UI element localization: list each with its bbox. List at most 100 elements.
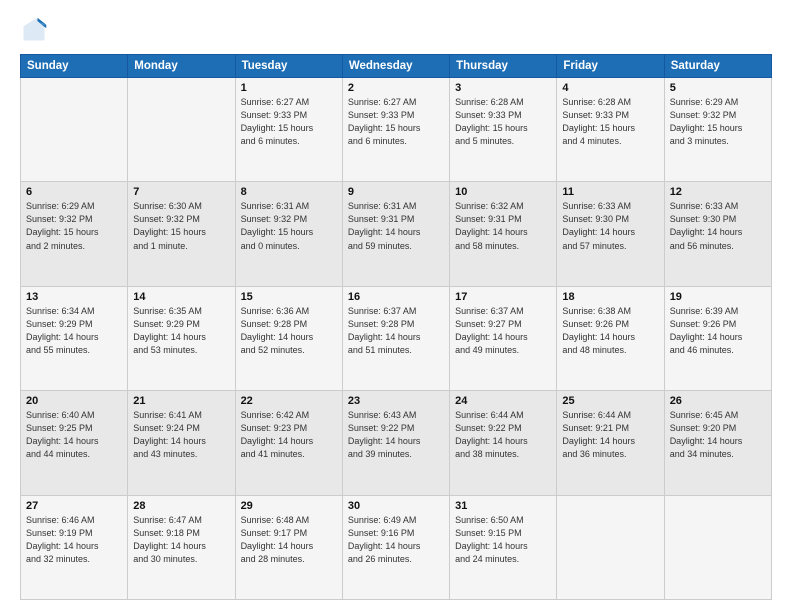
logo-icon xyxy=(20,16,48,44)
day-info: Sunrise: 6:31 AM Sunset: 9:32 PM Dayligh… xyxy=(241,200,337,252)
calendar-cell: 12Sunrise: 6:33 AM Sunset: 9:30 PM Dayli… xyxy=(664,182,771,286)
calendar-cell: 19 Sunrise: 6:39 AM Sunset: 9:26 PM Dayli… xyxy=(664,286,771,390)
day-info: Sunrise: 6:45 AM Sunset: 9:20 PM Dayligh… xyxy=(670,409,766,461)
day-number: 19 xyxy=(670,291,766,303)
day-info: Sunrise: 6:41 AM Sunset: 9:24 PM Dayligh… xyxy=(133,409,229,461)
day-info: Sunrise: 6:28 AM Sunset: 9:33 PM Dayligh… xyxy=(562,96,658,148)
calendar-cell: 6 Sunrise: 6:29 AM Sunset: 9:32 PM Daylig… xyxy=(21,182,128,286)
calendar-cell: 17 Sunrise: 6:37 AM Sunset: 9:27 PM Dayli… xyxy=(450,286,557,390)
day-number: 18 xyxy=(562,291,658,303)
day-info: Sunrise: 6:27 AM Sunset: 9:33 PM Dayligh… xyxy=(241,96,337,148)
day-number: 23 xyxy=(348,395,444,407)
day-number: 28 xyxy=(133,500,229,512)
calendar-cell xyxy=(128,78,235,182)
day-info: Sunrise: 6:46 AM Sunset: 9:19 PM Dayligh… xyxy=(26,514,122,566)
day-number: 8 xyxy=(241,186,337,198)
weekday-header-friday: Friday xyxy=(557,55,664,78)
day-info: Sunrise: 6:34 AM Sunset: 9:29 PM Dayligh… xyxy=(26,305,122,357)
calendar-cell: 24 Sunrise: 6:44 AM Sunset: 9:22 PM Dayli… xyxy=(450,391,557,495)
day-number: 2 xyxy=(348,82,444,94)
day-info: Sunrise: 6:30 AM Sunset: 9:32 PM Dayligh… xyxy=(133,200,229,252)
day-info: Sunrise: 6:28 AM Sunset: 9:33 PM Dayligh… xyxy=(455,96,551,148)
day-number: 16 xyxy=(348,291,444,303)
calendar-cell: 30 Sunrise: 6:49 AM Sunset: 9:16 PM Dayli… xyxy=(342,495,449,599)
day-number: 10 xyxy=(455,186,551,198)
calendar-week-row: 6 Sunrise: 6:29 AM Sunset: 9:32 PM Daylig… xyxy=(21,182,772,286)
calendar-cell: 27Sunrise: 6:46 AM Sunset: 9:19 PM Dayli… xyxy=(21,495,128,599)
calendar-cell: 1 Sunrise: 6:27 AM Sunset: 9:33 PM Daylig… xyxy=(235,78,342,182)
day-number: 29 xyxy=(241,500,337,512)
weekday-header-wednesday: Wednesday xyxy=(342,55,449,78)
day-number: 17 xyxy=(455,291,551,303)
day-info: Sunrise: 6:33 AM Sunset: 9:30 PM Dayligh… xyxy=(670,200,766,252)
day-info: Sunrise: 6:38 AM Sunset: 9:26 PM Dayligh… xyxy=(562,305,658,357)
calendar-cell: 7 Sunrise: 6:30 AM Sunset: 9:32 PM Daylig… xyxy=(128,182,235,286)
day-number: 9 xyxy=(348,186,444,198)
page: SundayMondayTuesdayWednesdayThursdayFrid… xyxy=(0,0,792,612)
calendar-cell: 16Sunrise: 6:37 AM Sunset: 9:28 PM Dayli… xyxy=(342,286,449,390)
day-number: 24 xyxy=(455,395,551,407)
calendar-cell xyxy=(664,495,771,599)
day-number: 11 xyxy=(562,186,658,198)
day-number: 3 xyxy=(455,82,551,94)
weekday-header-sunday: Sunday xyxy=(21,55,128,78)
calendar-cell: 22 Sunrise: 6:42 AM Sunset: 9:23 PM Dayli… xyxy=(235,391,342,495)
calendar-cell: 21 Sunrise: 6:41 AM Sunset: 9:24 PM Dayli… xyxy=(128,391,235,495)
day-number: 20 xyxy=(26,395,122,407)
calendar-table: SundayMondayTuesdayWednesdayThursdayFrid… xyxy=(20,54,772,600)
calendar-cell: 29 Sunrise: 6:48 AM Sunset: 9:17 PM Dayli… xyxy=(235,495,342,599)
day-info: Sunrise: 6:39 AM Sunset: 9:26 PM Dayligh… xyxy=(670,305,766,357)
day-info: Sunrise: 6:48 AM Sunset: 9:17 PM Dayligh… xyxy=(241,514,337,566)
day-number: 6 xyxy=(26,186,122,198)
calendar-cell: 9Sunrise: 6:31 AM Sunset: 9:31 PM Daylig… xyxy=(342,182,449,286)
day-info: Sunrise: 6:32 AM Sunset: 9:31 PM Dayligh… xyxy=(455,200,551,252)
calendar-cell: 18 Sunrise: 6:38 AM Sunset: 9:26 PM Dayli… xyxy=(557,286,664,390)
day-info: Sunrise: 6:42 AM Sunset: 9:23 PM Dayligh… xyxy=(241,409,337,461)
day-number: 14 xyxy=(133,291,229,303)
calendar-cell: 28 Sunrise: 6:47 AM Sunset: 9:18 PM Dayli… xyxy=(128,495,235,599)
day-number: 7 xyxy=(133,186,229,198)
day-number: 4 xyxy=(562,82,658,94)
day-info: Sunrise: 6:29 AM Sunset: 9:32 PM Dayligh… xyxy=(26,200,122,252)
day-number: 1 xyxy=(241,82,337,94)
day-info: Sunrise: 6:49 AM Sunset: 9:16 PM Dayligh… xyxy=(348,514,444,566)
calendar-cell: 8 Sunrise: 6:31 AM Sunset: 9:32 PM Daylig… xyxy=(235,182,342,286)
calendar-cell xyxy=(557,495,664,599)
calendar-cell: 25 Sunrise: 6:44 AM Sunset: 9:21 PM Dayli… xyxy=(557,391,664,495)
calendar-week-row: 27Sunrise: 6:46 AM Sunset: 9:19 PM Dayli… xyxy=(21,495,772,599)
calendar-cell: 10 Sunrise: 6:32 AM Sunset: 9:31 PM Dayli… xyxy=(450,182,557,286)
calendar-cell: 11Sunrise: 6:33 AM Sunset: 9:30 PM Dayli… xyxy=(557,182,664,286)
day-info: Sunrise: 6:50 AM Sunset: 9:15 PM Dayligh… xyxy=(455,514,551,566)
weekday-header-row: SundayMondayTuesdayWednesdayThursdayFrid… xyxy=(21,55,772,78)
day-number: 13 xyxy=(26,291,122,303)
day-number: 15 xyxy=(241,291,337,303)
calendar-cell: 20Sunrise: 6:40 AM Sunset: 9:25 PM Dayli… xyxy=(21,391,128,495)
day-number: 21 xyxy=(133,395,229,407)
weekday-header-monday: Monday xyxy=(128,55,235,78)
calendar-week-row: 1 Sunrise: 6:27 AM Sunset: 9:33 PM Daylig… xyxy=(21,78,772,182)
header xyxy=(20,16,772,44)
calendar-cell: 4 Sunrise: 6:28 AM Sunset: 9:33 PM Daylig… xyxy=(557,78,664,182)
day-info: Sunrise: 6:44 AM Sunset: 9:22 PM Dayligh… xyxy=(455,409,551,461)
day-info: Sunrise: 6:35 AM Sunset: 9:29 PM Dayligh… xyxy=(133,305,229,357)
day-number: 31 xyxy=(455,500,551,512)
day-number: 26 xyxy=(670,395,766,407)
day-number: 25 xyxy=(562,395,658,407)
day-info: Sunrise: 6:37 AM Sunset: 9:27 PM Dayligh… xyxy=(455,305,551,357)
calendar-cell: 3 Sunrise: 6:28 AM Sunset: 9:33 PM Daylig… xyxy=(450,78,557,182)
calendar-cell: 2 Sunrise: 6:27 AM Sunset: 9:33 PM Daylig… xyxy=(342,78,449,182)
calendar-cell: 15 Sunrise: 6:36 AM Sunset: 9:28 PM Dayli… xyxy=(235,286,342,390)
day-number: 5 xyxy=(670,82,766,94)
weekday-header-saturday: Saturday xyxy=(664,55,771,78)
calendar-cell: 14 Sunrise: 6:35 AM Sunset: 9:29 PM Dayli… xyxy=(128,286,235,390)
calendar-week-row: 20Sunrise: 6:40 AM Sunset: 9:25 PM Dayli… xyxy=(21,391,772,495)
logo xyxy=(20,16,52,44)
day-info: Sunrise: 6:36 AM Sunset: 9:28 PM Dayligh… xyxy=(241,305,337,357)
day-info: Sunrise: 6:47 AM Sunset: 9:18 PM Dayligh… xyxy=(133,514,229,566)
calendar-week-row: 13 Sunrise: 6:34 AM Sunset: 9:29 PM Dayli… xyxy=(21,286,772,390)
day-info: Sunrise: 6:44 AM Sunset: 9:21 PM Dayligh… xyxy=(562,409,658,461)
day-number: 30 xyxy=(348,500,444,512)
calendar-cell: 26 Sunrise: 6:45 AM Sunset: 9:20 PM Dayli… xyxy=(664,391,771,495)
day-number: 22 xyxy=(241,395,337,407)
day-info: Sunrise: 6:27 AM Sunset: 9:33 PM Dayligh… xyxy=(348,96,444,148)
